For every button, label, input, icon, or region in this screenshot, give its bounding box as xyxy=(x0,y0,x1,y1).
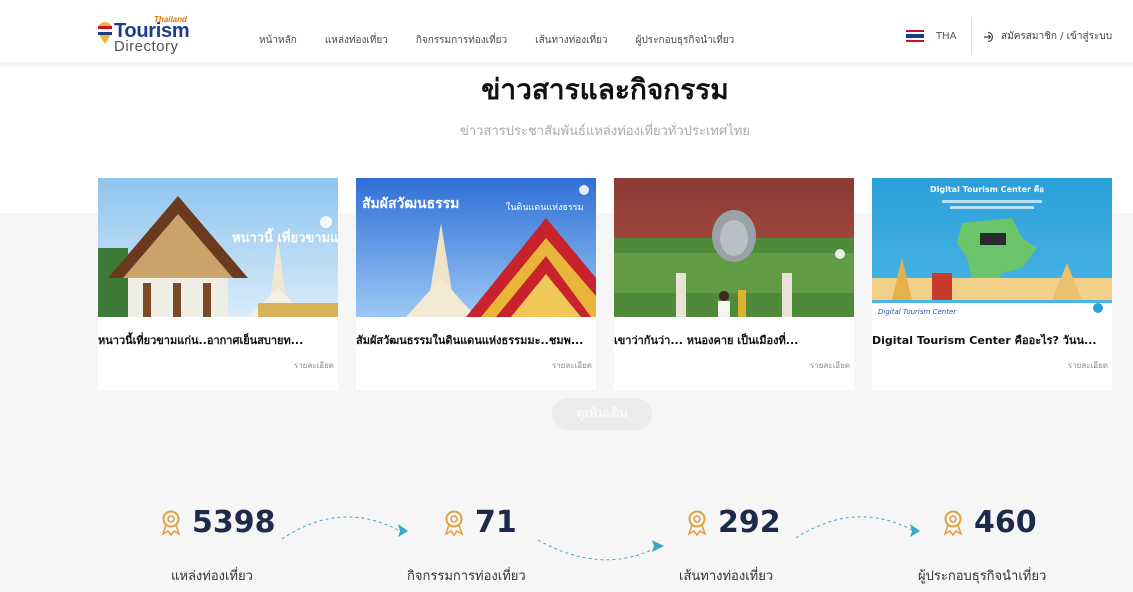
stat-value: 5398 xyxy=(192,505,276,540)
stat-value: 460 xyxy=(974,505,1037,540)
stat-label-routes: เส้นทางท่องเที่ยว xyxy=(679,569,774,584)
stats-connector-arrows xyxy=(281,516,920,561)
page: Thailand Tourism Directory หน้าหลัก แหล่… xyxy=(0,0,1133,592)
stat-routes: 292 xyxy=(686,505,781,541)
location-badge-icon xyxy=(943,510,963,536)
stat-operators: 460 xyxy=(942,505,1037,541)
stat-attractions: 5398 xyxy=(160,505,276,541)
location-badge-icon xyxy=(687,510,707,536)
stat-value: 292 xyxy=(718,505,781,540)
location-badge-icon xyxy=(444,510,464,536)
stat-label-operators: ผู้ประกอบธุรกิจนำเที่ยว xyxy=(918,569,1047,584)
stat-label-attractions: แหล่งท่องเที่ยว xyxy=(171,569,253,584)
stat-value: 71 xyxy=(475,505,517,540)
stat-label-activities: กิจกรรมการท่องเที่ยว xyxy=(407,569,526,584)
stat-activities: 71 xyxy=(443,505,517,541)
location-badge-icon xyxy=(161,510,181,536)
